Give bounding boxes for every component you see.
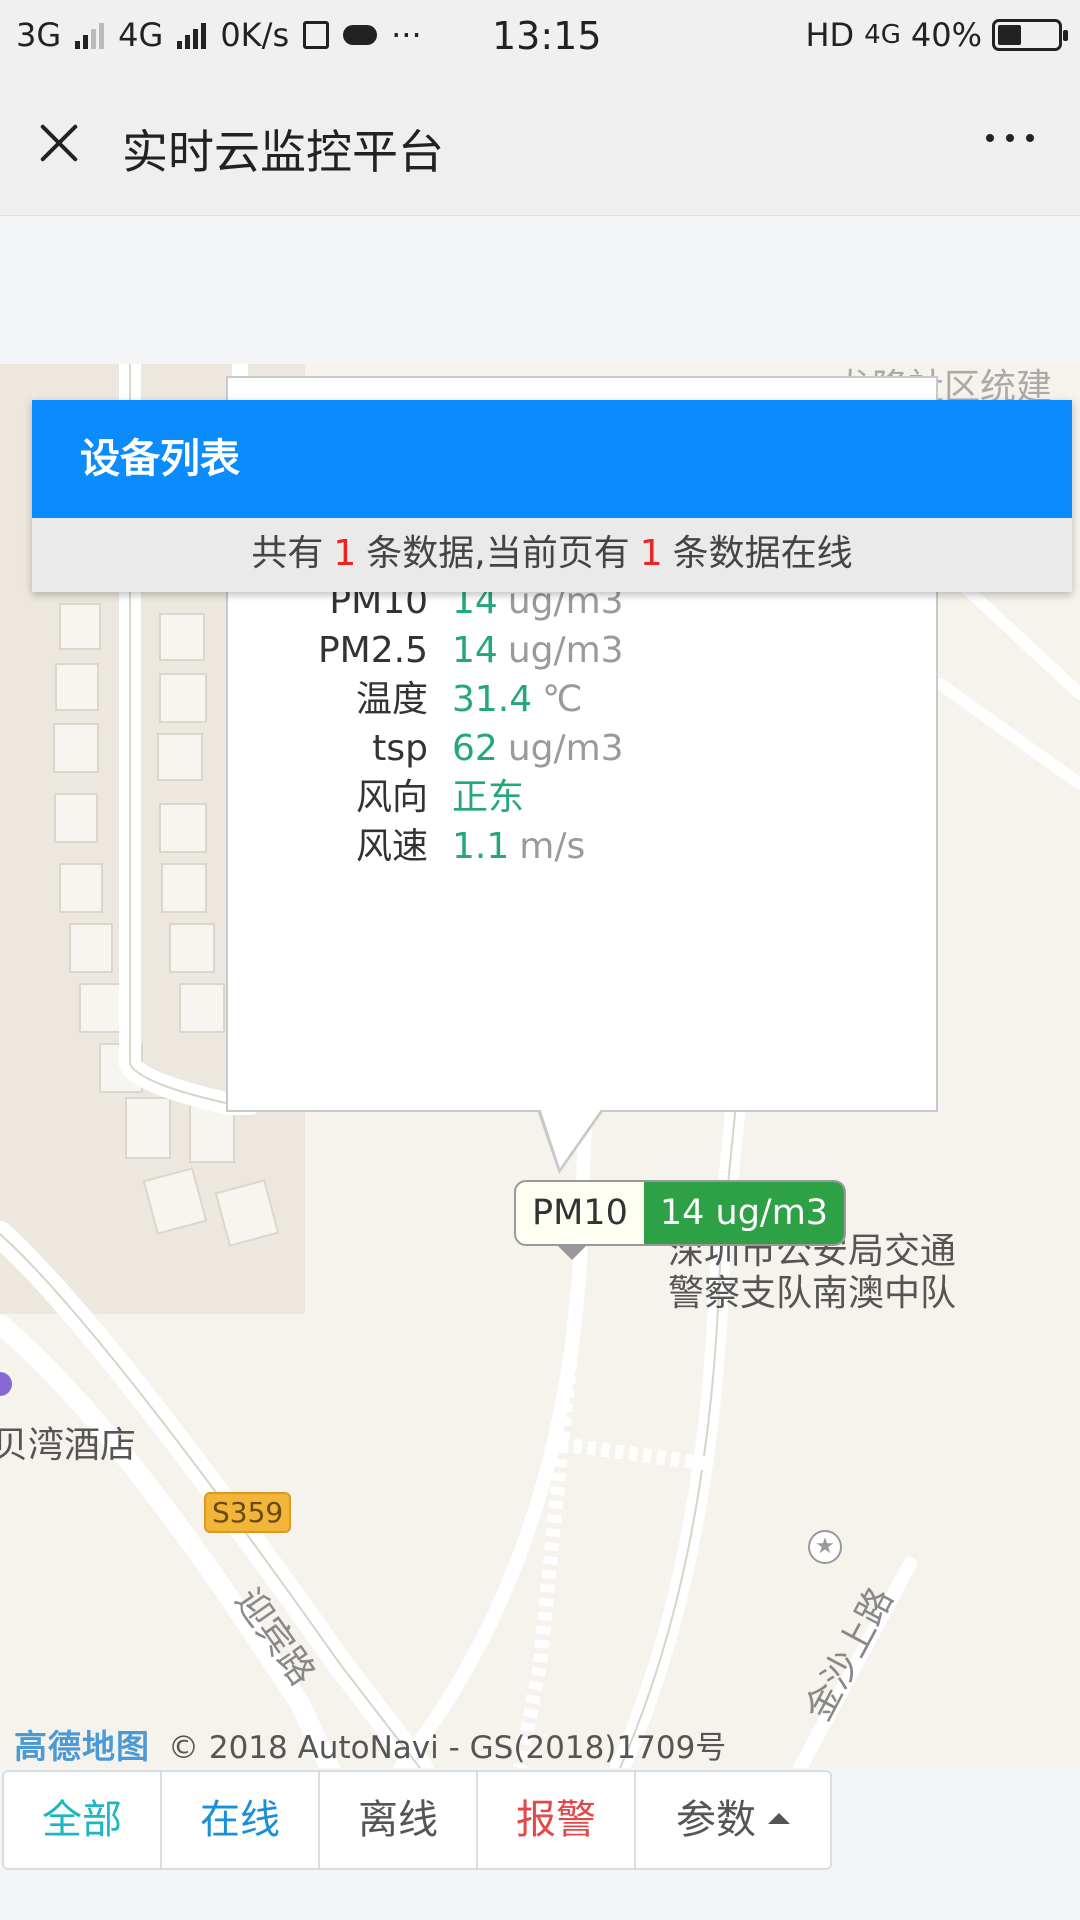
battery-percent: 40% <box>910 16 982 54</box>
device-list-panel: 设备列表 共有 1 条数据,当前页有 1 条数据在线 <box>32 400 1072 592</box>
popup-value-number: 正东 <box>452 777 525 818</box>
device-marker[interactable]: PM10 14 ug/m3 <box>514 1180 847 1246</box>
tab-alarm[interactable]: 报警 <box>478 1772 636 1868</box>
network-speed: 0K/s <box>220 16 290 54</box>
popup-row-label: 风速 <box>355 826 428 867</box>
marker-label: PM10 <box>532 1193 628 1233</box>
hd-badge: HD <box>805 16 855 54</box>
popup-value-number: 1.1 <box>452 826 510 867</box>
popup-value-number: 31.4 <box>452 679 533 720</box>
clock: 13:15 <box>492 14 602 58</box>
poi-star-icon: ★ <box>808 1530 842 1564</box>
battery-icon <box>992 19 1068 51</box>
map-copyright: © 2018 AutoNavi - GS(2018)1709号 <box>168 1729 727 1766</box>
status-right: HD 4G 40% <box>805 16 1068 54</box>
more-dots: ··· <box>391 16 422 54</box>
popup-value-unit: ug/m3 <box>507 630 624 671</box>
popup-value-number: 14 <box>452 630 498 671</box>
tab-params-label: 参数 <box>676 1797 756 1843</box>
status-left: 3G 4G 0K/s ··· <box>16 16 422 54</box>
network-type-4g: 4G <box>118 16 164 54</box>
notification-icon <box>303 21 330 49</box>
map-poi-hotel: 贝湾酒店 <box>0 1425 137 1466</box>
network-type-3g: 3G <box>16 16 62 54</box>
map-attribution: 高德地图 © 2018 AutoNavi - GS(2018)1709号 <box>14 1720 726 1768</box>
popup-value-unit: m/s <box>519 826 586 867</box>
marker-value: 14 ug/m3 <box>643 1182 845 1244</box>
signal-icon-2 <box>177 21 207 49</box>
popup-value-unit: ℃ <box>542 679 583 720</box>
summary-mid: 条数据,当前页有 <box>366 533 630 574</box>
caret-up-icon <box>768 1812 790 1824</box>
summary-suffix: 条数据在线 <box>672 533 853 574</box>
title-bar: 实时云监控平台 <box>0 74 1080 216</box>
tab-params[interactable]: 参数 <box>636 1772 830 1868</box>
network-type-right: 4G <box>864 20 901 50</box>
tab-online[interactable]: 在线 <box>162 1772 320 1868</box>
popup-value-number: 62 <box>452 728 498 769</box>
tab-offline[interactable]: 离线 <box>320 1772 478 1868</box>
marker-pointer <box>556 1244 588 1260</box>
panel-summary: 共有 1 条数据,当前页有 1 条数据在线 <box>32 518 1072 592</box>
amap-logo: 高德地图 <box>14 1727 150 1766</box>
popup-tail <box>540 1108 602 1168</box>
total-count: 1 <box>333 533 357 574</box>
map-poi-police-line2: 警察支队南澳中队 <box>668 1273 957 1314</box>
more-menu-icon[interactable] <box>986 134 1034 142</box>
panel-title[interactable]: 设备列表 <box>32 400 1072 518</box>
close-icon[interactable] <box>34 118 84 168</box>
road-shield: S359 <box>204 1492 292 1533</box>
filter-tabs: 全部 在线 离线 报警 参数 <box>2 1770 832 1870</box>
popup-value-unit: ug/m3 <box>507 728 624 769</box>
popup-row: 风速 1.1 m/s <box>228 817 940 877</box>
popup-row-value: 1.1 m/s <box>452 817 585 877</box>
status-bar: 3G 4G 0K/s ··· 13:15 HD 4G 40% <box>0 0 1080 74</box>
page-title: 实时云监控平台 <box>122 125 444 179</box>
online-count: 1 <box>639 533 663 574</box>
signal-icon <box>75 21 105 49</box>
summary-prefix: 共有 <box>251 533 324 574</box>
tab-all[interactable]: 全部 <box>4 1772 162 1868</box>
battery-level <box>998 25 1021 45</box>
cloud-icon <box>343 25 378 45</box>
